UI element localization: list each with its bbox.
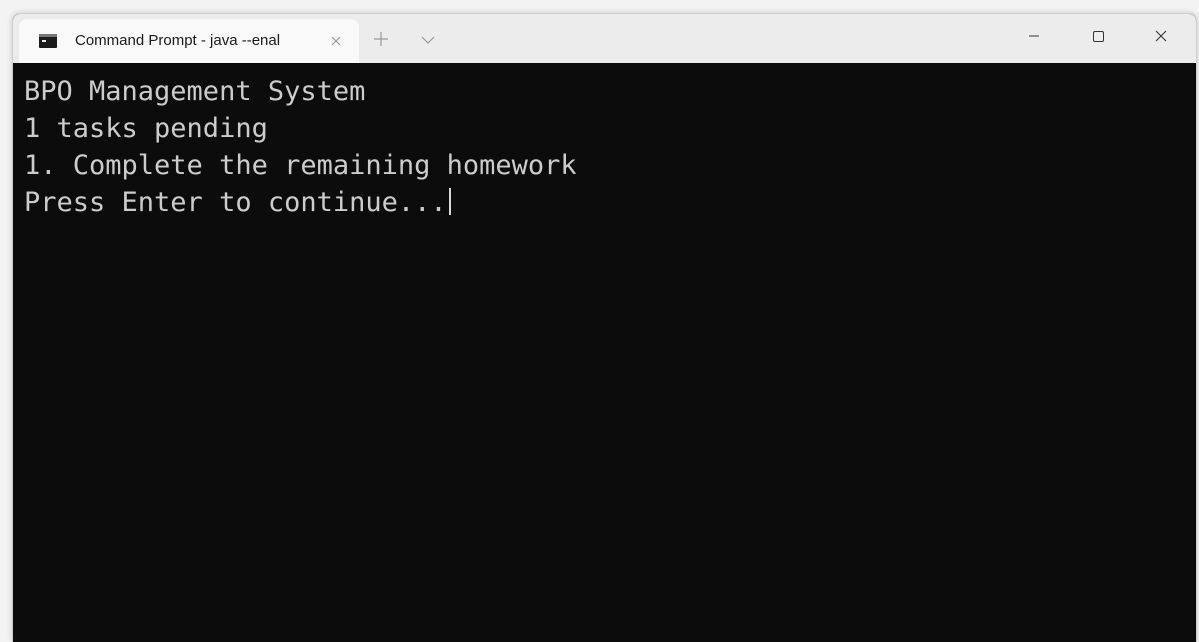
terminal-line-task: 1. Complete the remaining homework <box>24 150 577 181</box>
terminal-output[interactable]: BPO Management System 1 tasks pending 1.… <box>13 63 1196 642</box>
terminal-icon <box>39 34 57 48</box>
minimize-icon <box>1029 35 1039 37</box>
close-icon <box>1155 30 1167 42</box>
minimize-button[interactable] <box>1003 14 1067 58</box>
chevron-down-icon <box>421 36 435 44</box>
tab-close-button[interactable] <box>323 28 349 54</box>
maximize-button[interactable] <box>1066 14 1130 58</box>
maximize-icon <box>1093 31 1104 42</box>
terminal-line-pending: 1 tasks pending <box>24 113 268 144</box>
close-window-button[interactable] <box>1129 14 1193 58</box>
tab-dropdown-button[interactable] <box>415 26 441 52</box>
new-tab-button[interactable] <box>368 26 394 52</box>
title-bar[interactable]: Command Prompt - java --enal <box>13 14 1196 63</box>
terminal-line-prompt: Press Enter to continue... <box>24 184 451 221</box>
close-icon <box>331 36 341 46</box>
prompt-text: Press Enter to continue... <box>24 187 447 218</box>
tab-command-prompt[interactable]: Command Prompt - java --enal <box>19 19 359 63</box>
terminal-window: Command Prompt - java --enal BPO Managem… <box>12 13 1197 642</box>
terminal-line-title: BPO Management System <box>24 76 366 107</box>
plus-icon <box>374 32 388 46</box>
tab-title: Command Prompt - java --enal <box>75 32 281 49</box>
text-cursor <box>448 188 451 215</box>
